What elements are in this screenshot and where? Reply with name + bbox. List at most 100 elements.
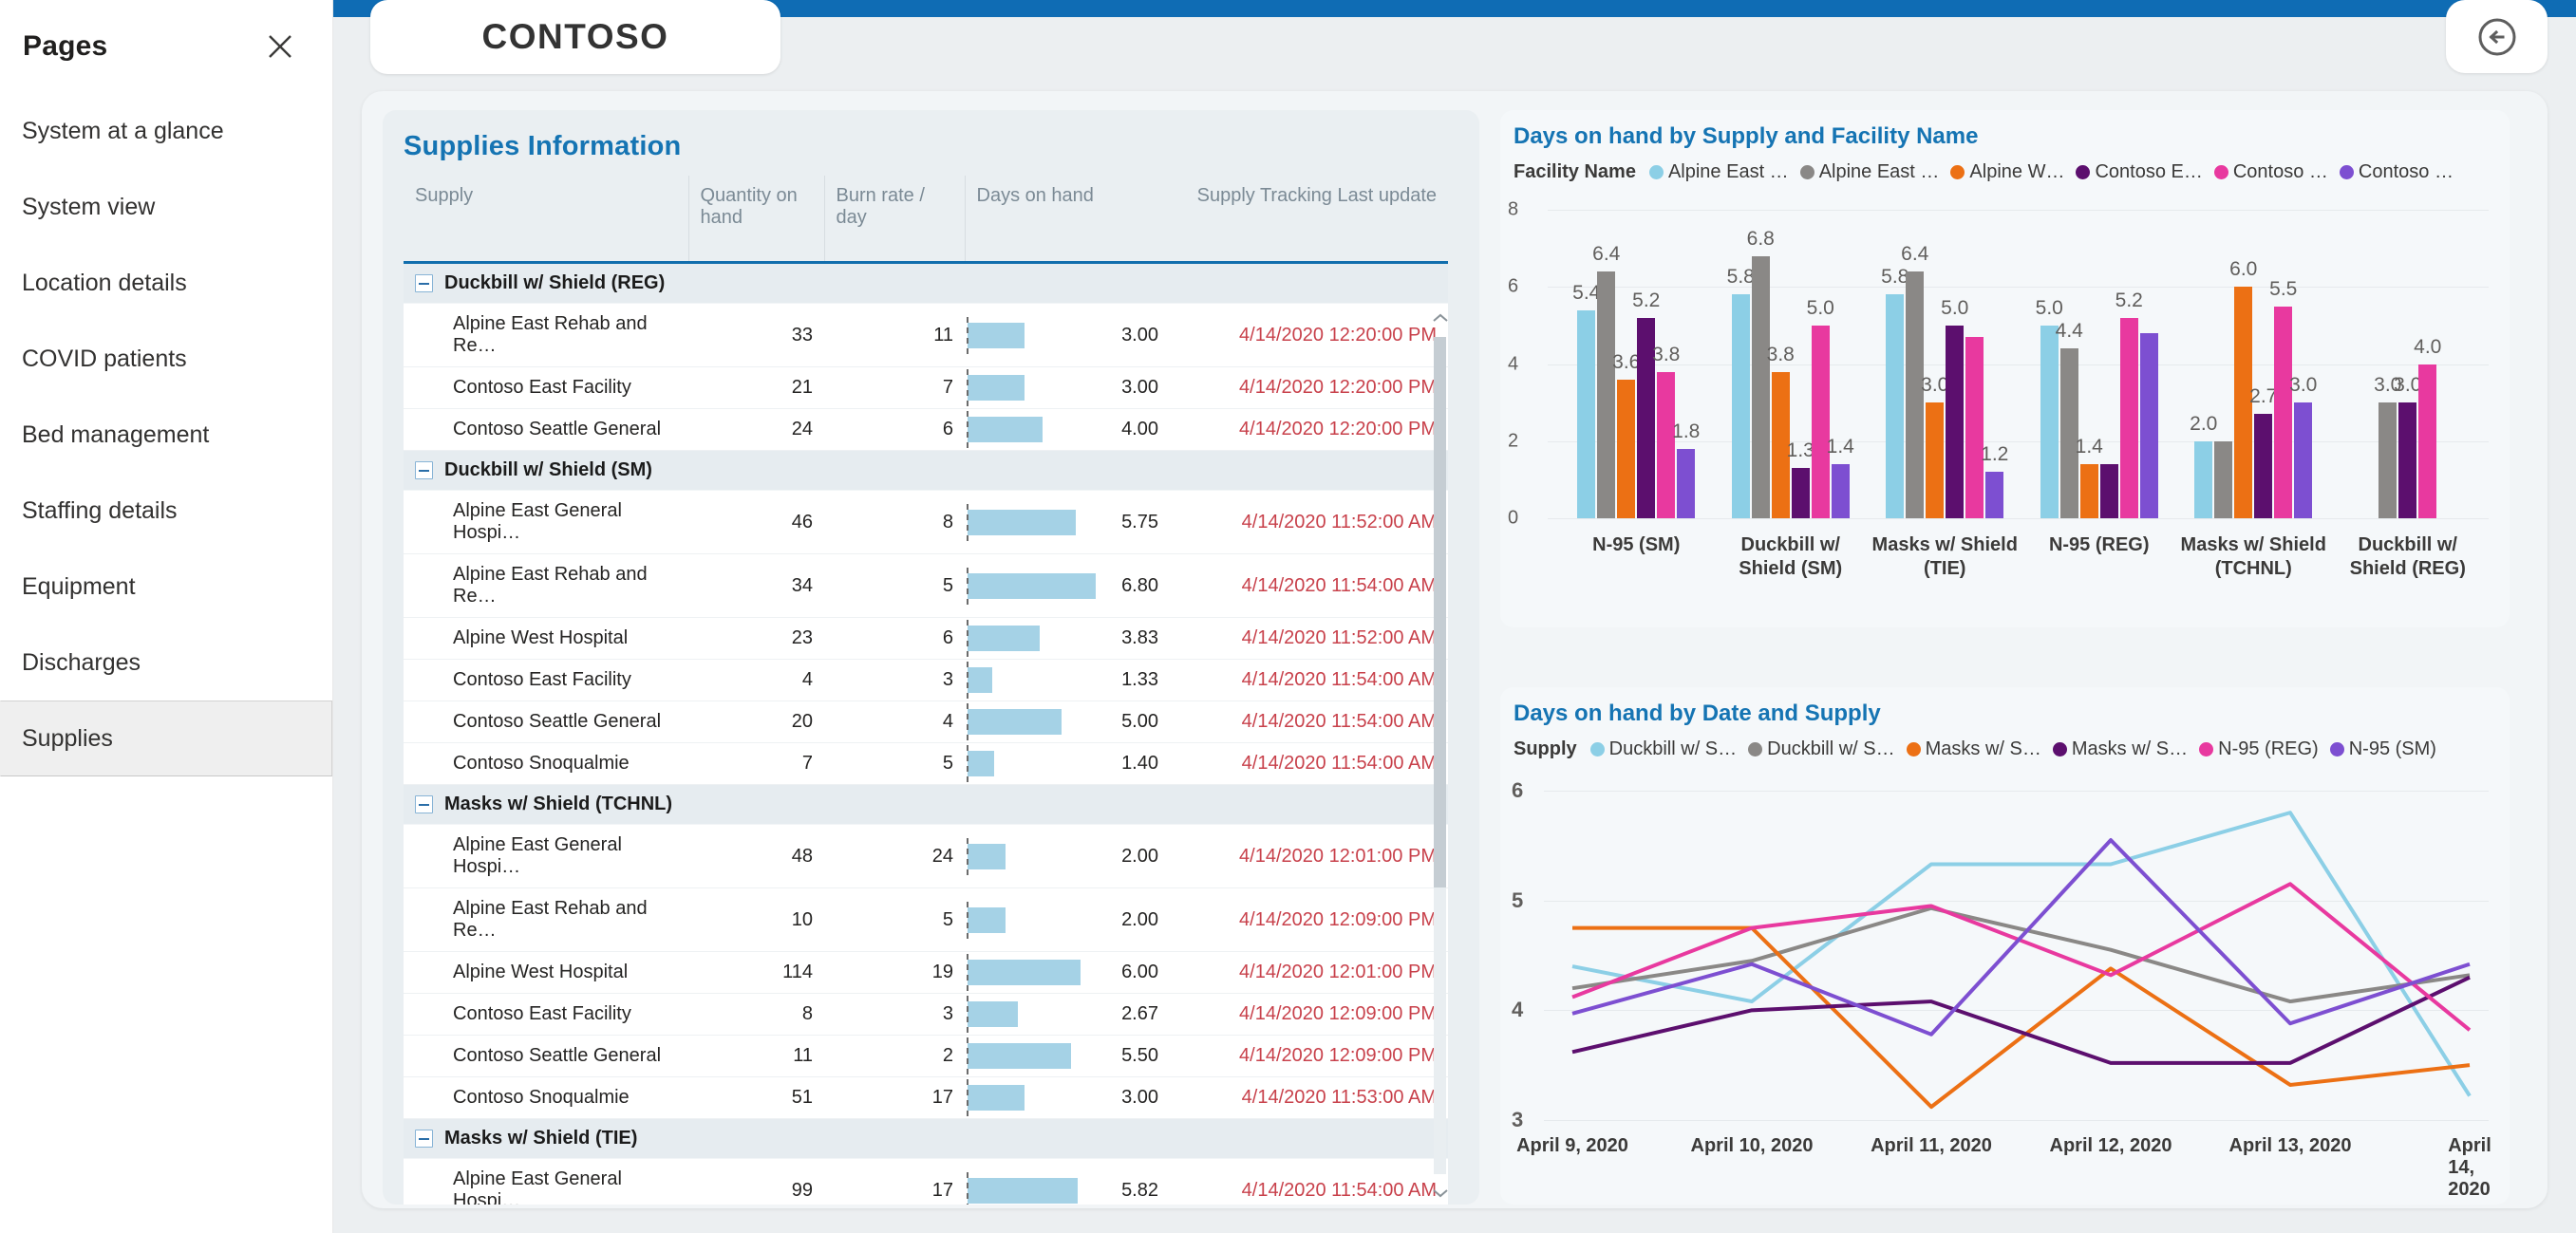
back-button[interactable] <box>2446 0 2548 73</box>
bar-data-label: 6.8 <box>1746 227 1775 250</box>
table-row[interactable]: Alpine East General Hospi… 99 17 5.82 4/14/2… <box>404 1158 1448 1205</box>
bar[interactable] <box>2059 348 2078 518</box>
bar[interactable] <box>1577 309 1596 518</box>
bar[interactable] <box>1597 271 1616 518</box>
bar-chart-legend-item[interactable]: Contoso … <box>2213 161 2328 183</box>
collapse-minus-icon[interactable] <box>415 461 433 479</box>
table-row[interactable]: Contoso East Facility 8 3 2.67 4/14/2020 12:… <box>404 993 1448 1036</box>
bar-chart-legend-item[interactable]: Alpine East … <box>1799 161 1939 183</box>
bar[interactable] <box>1985 472 2004 518</box>
sidebar-item-supplies[interactable]: Supplies <box>0 701 332 776</box>
table-row[interactable]: Contoso Snoqualmie 51 17 3.00 4/14/2020 11:5… <box>404 1076 1448 1119</box>
days-on-hand-bar <box>968 960 1081 985</box>
bar[interactable] <box>1886 294 1905 518</box>
chevron-down-icon[interactable] <box>1430 1180 1451 1205</box>
line-chart-legend-item[interactable]: Duckbill w/ S… <box>1748 738 1895 760</box>
line-series[interactable] <box>1571 975 2471 1065</box>
collapse-minus-icon[interactable] <box>415 274 433 292</box>
collapse-minus-icon[interactable] <box>415 1130 433 1148</box>
bar-data-label: 4.4 <box>2055 320 2083 343</box>
bar-chart-legend-item[interactable]: Alpine East … <box>1648 161 1789 183</box>
sidebar-item-bed-management[interactable]: Bed management <box>0 397 332 473</box>
bar-chart-legend-item[interactable]: Contoso … <box>2339 161 2454 183</box>
bar[interactable] <box>1657 371 1676 518</box>
sidebar-item-system-at-a-glance[interactable]: System at a glance <box>0 93 332 169</box>
bar[interactable] <box>1617 379 1636 518</box>
sidebar-item-discharges[interactable]: Discharges <box>0 625 332 701</box>
bar-baseline <box>967 954 968 991</box>
bar[interactable] <box>1926 402 1945 518</box>
bar-data-label: 1.4 <box>2075 436 2103 458</box>
bar[interactable] <box>2398 402 2417 518</box>
line-chart-legend-item[interactable]: Masks w/ S… <box>2052 738 2188 760</box>
bar[interactable] <box>1965 337 1984 518</box>
table-group-row[interactable]: Duckbill w/ Shield (REG) <box>404 262 1448 304</box>
bar[interactable] <box>2274 306 2293 518</box>
bar[interactable] <box>2079 464 2098 518</box>
table-group-row[interactable]: Duckbill w/ Shield (SM) <box>404 450 1448 491</box>
line-chart-legend-item[interactable]: N-95 (REG) <box>2199 738 2319 760</box>
chevron-up-icon[interactable] <box>1430 305 1451 331</box>
table-scrollbar[interactable] <box>1430 305 1451 1205</box>
sidebar-item-location-details[interactable]: Location details <box>0 245 332 321</box>
line-series[interactable] <box>1572 925 2471 1110</box>
sidebar-item-staffing-details[interactable]: Staffing details <box>0 473 332 549</box>
table-row[interactable]: Alpine East Rehab and Re… 33 11 3.00 4/14/20… <box>404 303 1448 367</box>
line-series[interactable] <box>1571 811 2472 1097</box>
table-row[interactable]: Contoso Seattle General 11 2 5.50 4/14/2020 … <box>404 1035 1448 1077</box>
legend-label: Masks w/ S… <box>1925 738 2041 759</box>
bar[interactable] <box>1791 468 1810 518</box>
bar[interactable] <box>1811 325 1830 518</box>
collapse-minus-icon[interactable] <box>415 795 433 813</box>
bar[interactable] <box>1946 325 1965 518</box>
line-chart-legend-item[interactable]: Masks w/ S… <box>1906 738 2041 760</box>
bar[interactable] <box>1751 255 1770 518</box>
bar[interactable] <box>2040 325 2059 518</box>
bar[interactable] <box>2214 440 2233 518</box>
table-row[interactable]: Contoso Seattle General 24 6 4.00 4/14/2020 … <box>404 408 1448 451</box>
table-group-cell: Duckbill w/ Shield (SM) <box>404 450 1448 491</box>
table-row[interactable]: Contoso Seattle General 20 4 5.00 4/14/2020 … <box>404 701 1448 743</box>
bar-chart-legend-item[interactable]: Contoso E… <box>2076 161 2203 183</box>
bar[interactable] <box>2139 333 2158 518</box>
table-row[interactable]: Alpine East Rehab and Re… 34 5 6.80 4/14/202… <box>404 553 1448 618</box>
table-row[interactable]: Alpine East General Hospi… 48 24 2.00 4/14/2… <box>404 824 1448 888</box>
bar-chart-legend-item[interactable]: Alpine W… <box>1950 161 2064 183</box>
col-supply[interactable]: Supply <box>404 176 689 264</box>
close-icon[interactable] <box>260 27 300 66</box>
bar[interactable] <box>2418 364 2437 518</box>
bar-data-label: 2.7 <box>2249 385 2278 408</box>
sidebar-item-covid-patients[interactable]: COVID patients <box>0 321 332 397</box>
bar[interactable] <box>1677 448 1696 518</box>
table-row[interactable]: Alpine East Rehab and Re… 10 5 2.00 4/14/202… <box>404 887 1448 952</box>
line-chart-legend-item[interactable]: N-95 (SM) <box>2329 738 2436 760</box>
sidebar-item-system-view[interactable]: System view <box>0 169 332 245</box>
bar[interactable] <box>2099 464 2118 518</box>
table-row[interactable]: Alpine West Hospital 23 6 3.83 4/14/2020 11:… <box>404 617 1448 660</box>
bar-data-label: 1.4 <box>1826 436 1854 458</box>
table-row[interactable]: Contoso Snoqualmie 7 5 1.40 4/14/2020 11:54:… <box>404 742 1448 785</box>
line-chart-legend-item[interactable]: Duckbill w/ S… <box>1589 738 1737 760</box>
table-row[interactable]: Alpine West Hospital 114 19 6.00 4/14/2020 1… <box>404 951 1448 994</box>
scrollbar-thumb[interactable] <box>1434 337 1446 887</box>
col-days-on-hand[interactable]: Days on hand <box>965 176 1183 264</box>
sidebar-item-equipment[interactable]: Equipment <box>0 549 332 625</box>
bar[interactable] <box>2119 317 2138 518</box>
table-row[interactable]: Contoso East Facility 21 7 3.00 4/14/2020 12… <box>404 366 1448 409</box>
col-quantity-on-hand[interactable]: Quantity on hand <box>688 176 825 264</box>
bar[interactable] <box>2294 402 2313 518</box>
table-row[interactable]: Alpine East General Hospi… 46 8 5.75 4/14/20… <box>404 490 1448 554</box>
bar[interactable] <box>1731 294 1750 518</box>
table-group-row[interactable]: Masks w/ Shield (TIE) <box>404 1118 1448 1159</box>
bar[interactable] <box>2379 402 2397 518</box>
bar[interactable] <box>2254 414 2273 518</box>
bar[interactable] <box>2194 440 2213 518</box>
pages-list: System at a glance System view Location … <box>0 93 332 776</box>
col-burn-rate[interactable]: Burn rate / day <box>824 176 966 264</box>
table-group-row[interactable]: Masks w/ Shield (TCHNL) <box>404 784 1448 825</box>
cell-burn-rate: 6 <box>824 617 965 660</box>
bar[interactable] <box>1831 464 1850 518</box>
col-supply-tracking-last-update[interactable]: Supply Tracking Last update <box>1183 176 1448 264</box>
table-row[interactable]: Contoso East Facility 4 3 1.33 4/14/2020 11:… <box>404 659 1448 701</box>
line-series[interactable] <box>1571 838 2471 1037</box>
